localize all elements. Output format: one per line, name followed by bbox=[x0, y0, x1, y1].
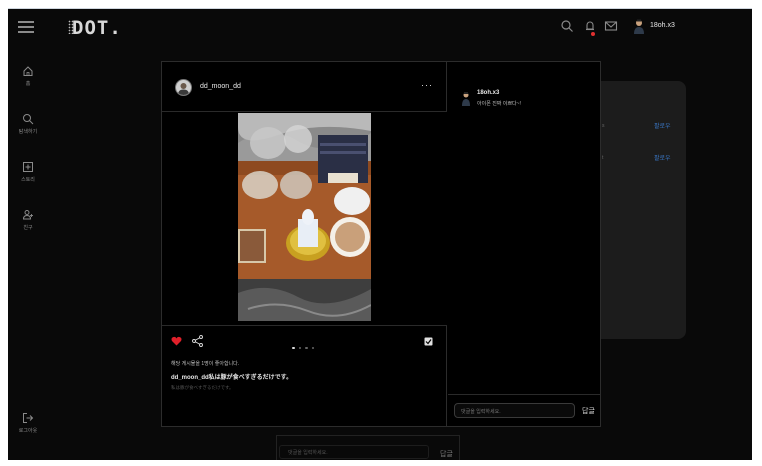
sidebar-item-story[interactable]: 스토리 bbox=[8, 161, 48, 183]
notification-badge bbox=[591, 32, 595, 36]
page-dot[interactable] bbox=[311, 346, 314, 349]
sidebar: 홈 탐색하기 스토리 친구 로그아웃 bbox=[8, 45, 48, 460]
follow-button[interactable]: 팔로우 bbox=[654, 121, 671, 130]
follow-button[interactable]: 팔로우 bbox=[654, 153, 671, 162]
likes-count: 해당 게시물을 1명이 좋아합니다. bbox=[171, 361, 240, 367]
post-actions: 해당 게시물을 1명이 좋아합니다. dd_moon_dd私は豚が食べすぎるだけ… bbox=[162, 326, 447, 426]
page-dot[interactable] bbox=[292, 346, 295, 349]
sidebar-item-explore[interactable]: 탐색하기 bbox=[8, 113, 48, 135]
post-modal: dd_moon_dd ··· 해당 게시물을 1명이 좋아합니다. dd_moo… bbox=[161, 61, 601, 427]
author-avatar[interactable] bbox=[175, 79, 192, 96]
sidebar-item-label: 로그아웃 bbox=[18, 428, 38, 434]
bg-text-fragment: s bbox=[602, 123, 605, 129]
bg-comment-input[interactable]: 댓글을 입력하세요. bbox=[279, 445, 429, 459]
sidebar-item-label: 친구 bbox=[23, 225, 33, 231]
page-dot[interactable] bbox=[305, 346, 308, 349]
heart-icon[interactable] bbox=[171, 336, 182, 346]
post-photo bbox=[238, 113, 371, 321]
search-icon bbox=[23, 114, 34, 125]
sidebar-item-friends[interactable]: 친구 bbox=[8, 209, 48, 231]
header-username[interactable]: 18oh.x3 bbox=[650, 22, 675, 29]
more-options-button[interactable]: ··· bbox=[421, 80, 433, 90]
photo-viewer[interactable] bbox=[162, 112, 447, 326]
sidebar-item-label: 스토리 bbox=[21, 177, 35, 183]
comment-text: 아이폰 진짜 이쁘다~! bbox=[477, 101, 521, 107]
post-caption-secondary: 私は豚が食べすぎるだけです。 bbox=[171, 385, 234, 390]
add-square-icon bbox=[23, 162, 33, 172]
sidebar-item-home[interactable]: 홈 bbox=[8, 65, 48, 87]
user-avatar[interactable] bbox=[632, 19, 646, 34]
comment-input[interactable]: 댓글을 입력하세요. bbox=[454, 403, 575, 418]
logo[interactable]: DOT. bbox=[72, 17, 122, 39]
page-dot[interactable] bbox=[298, 346, 301, 349]
sidebar-item-logout[interactable]: 로그아웃 bbox=[8, 412, 48, 434]
post-header: dd_moon_dd ··· bbox=[162, 62, 447, 112]
top-bar: DOT. 18oh.x3 bbox=[8, 9, 752, 45]
menu-icon[interactable] bbox=[18, 21, 34, 33]
post-author[interactable]: dd_moon_dd bbox=[200, 83, 241, 90]
share-icon[interactable] bbox=[192, 335, 203, 347]
bookmark-icon[interactable] bbox=[424, 337, 433, 346]
sidebar-item-label: 탐색하기 bbox=[18, 129, 38, 135]
comments-panel: 18oh.x3 아이폰 진짜 이쁘다~! 댓글을 입력하세요. 답글 bbox=[448, 62, 600, 426]
comment-form: 댓글을 입력하세요. 답글 bbox=[448, 394, 600, 426]
bg-text-fragment: t bbox=[602, 155, 604, 161]
photo-pagination bbox=[292, 336, 318, 354]
logout-icon bbox=[23, 413, 34, 423]
comment-author[interactable]: 18oh.x3 bbox=[477, 90, 499, 96]
search-icon[interactable] bbox=[560, 19, 574, 33]
reply-button[interactable]: 답글 bbox=[582, 406, 595, 416]
post-caption: dd_moon_dd私は豚が食べすぎるだけです。 bbox=[171, 375, 293, 381]
bg-reply-button[interactable]: 답글 bbox=[440, 449, 453, 459]
friends-icon bbox=[22, 210, 33, 220]
app-window: DOT. 18oh.x3 홈 탐색하기 스토리 친구 로그아웃 s t 팔로우 … bbox=[8, 8, 752, 460]
bell-icon[interactable] bbox=[583, 19, 597, 33]
mail-icon[interactable] bbox=[604, 19, 618, 33]
commenter-avatar[interactable] bbox=[461, 91, 471, 106]
sidebar-item-label: 홈 bbox=[25, 81, 31, 87]
home-icon bbox=[23, 66, 33, 76]
post-panel: dd_moon_dd ··· 해당 게시물을 1명이 좋아합니다. dd_moo… bbox=[162, 62, 447, 426]
